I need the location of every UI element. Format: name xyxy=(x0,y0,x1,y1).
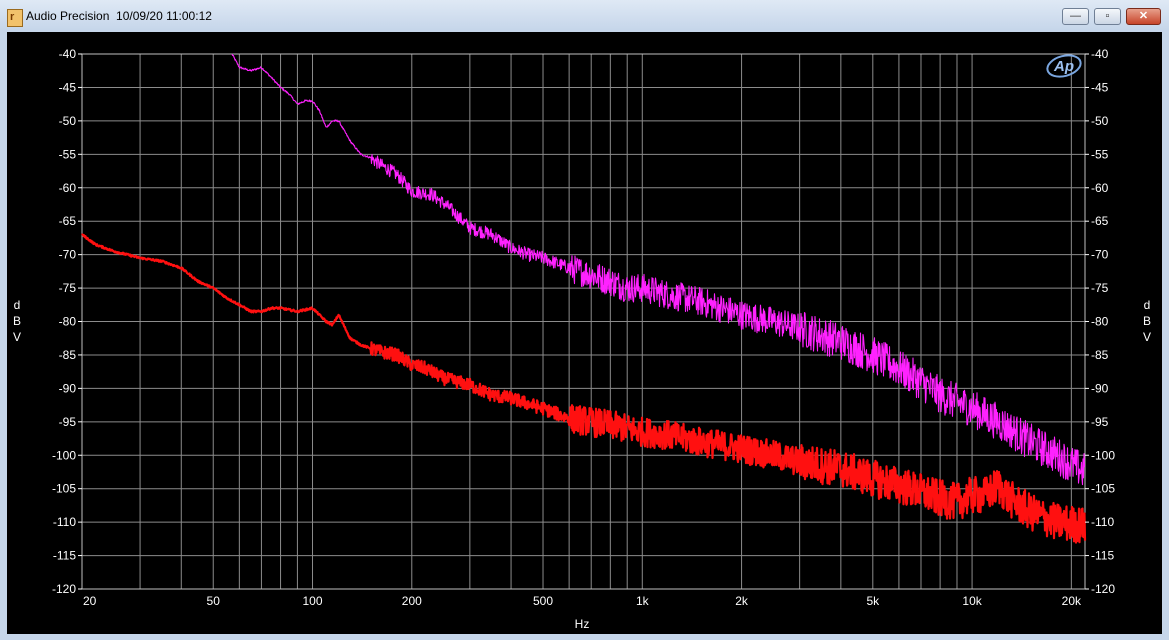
y-tick-label-left: -80 xyxy=(59,315,77,329)
y-tick-label-right: -45 xyxy=(1091,80,1109,94)
y-tick-label-right: -85 xyxy=(1091,348,1109,362)
x-tick-label: 5k xyxy=(866,594,880,608)
y-tick-label-right: -105 xyxy=(1091,482,1115,496)
y-tick-label-left: -90 xyxy=(59,381,77,395)
y-tick-label-right: -120 xyxy=(1091,582,1115,596)
title-bar[interactable]: r Audio Precision 10/09/20 11:00:12 — ▫ … xyxy=(0,0,1169,32)
y-tick-label-left: -115 xyxy=(53,549,76,563)
x-axis-label: Hz xyxy=(575,617,590,631)
graph-area: -40 -40 -45 -45 -50 -50 -55 -55 -60 -60 -65 -65 -70 -… xyxy=(7,32,1162,634)
x-tick-label: 50 xyxy=(207,594,221,608)
y-tick-label-left: -45 xyxy=(59,80,77,94)
y-tick-label-right: -40 xyxy=(1091,47,1109,61)
y-tick-label-left: -55 xyxy=(59,147,77,161)
window-title: Audio Precision 10/09/20 11:00:12 xyxy=(26,9,212,23)
y-axis-label-left: B xyxy=(13,314,21,328)
y-tick-label-left: -75 xyxy=(59,281,77,295)
y-tick-label-left: -85 xyxy=(59,348,77,362)
x-tick-label: 20k xyxy=(1062,594,1082,608)
y-tick-label-left: -65 xyxy=(59,214,77,228)
x-tick-label: 100 xyxy=(302,594,322,608)
y-tick-label-right: -55 xyxy=(1091,147,1109,161)
y-tick-label-right: -100 xyxy=(1091,448,1115,462)
y-tick-label-left: -70 xyxy=(59,248,77,262)
y-tick-label-left: -110 xyxy=(53,515,76,529)
ap-logo-text: Ap xyxy=(1053,58,1074,75)
y-tick-label-right: -115 xyxy=(1091,549,1114,563)
y-tick-label-left: -50 xyxy=(59,114,77,128)
y-tick-label-right: -50 xyxy=(1091,114,1109,128)
y-axis-label-right: V xyxy=(1143,330,1151,344)
y-tick-label-left: -60 xyxy=(59,181,77,195)
chart-axes: -40 -40 -45 -45 -50 -50 -55 -55 -60 -60 -65 -65 -70 -… xyxy=(13,47,1151,608)
y-tick-label-right: -60 xyxy=(1091,181,1109,195)
y-tick-label-right: -90 xyxy=(1091,381,1109,395)
app-window: r Audio Precision 10/09/20 11:00:12 — ▫ … xyxy=(0,0,1169,640)
x-tick-label: 10k xyxy=(962,594,982,608)
y-tick-label-right: -95 xyxy=(1091,415,1109,429)
x-tick-label: 500 xyxy=(533,594,553,608)
chart-labels: Hz xyxy=(575,617,590,631)
y-tick-label-right: -80 xyxy=(1091,315,1109,329)
y-tick-label-left: -120 xyxy=(52,582,76,596)
y-tick-label-right: -70 xyxy=(1091,248,1109,262)
app-logo-icon: r xyxy=(7,9,23,27)
y-axis-label-left: V xyxy=(13,330,21,344)
y-tick-label-left: -95 xyxy=(59,415,77,429)
y-tick-label-left: -105 xyxy=(52,482,76,496)
close-button[interactable]: ✕ xyxy=(1126,8,1161,25)
minimize-button[interactable]: — xyxy=(1062,8,1089,25)
y-tick-label-right: -75 xyxy=(1091,281,1109,295)
maximize-button[interactable]: ▫ xyxy=(1094,8,1121,25)
y-tick-label-right: -65 xyxy=(1091,214,1109,228)
chart-series xyxy=(81,53,1087,544)
x-tick-label: 20 xyxy=(83,594,97,608)
y-tick-label-left: -100 xyxy=(52,448,76,462)
x-tick-label: 2k xyxy=(735,594,749,608)
x-tick-label: 200 xyxy=(402,594,422,608)
y-tick-label-left: -40 xyxy=(59,47,77,61)
x-tick-label: 1k xyxy=(636,594,650,608)
y-tick-label-right: -110 xyxy=(1091,515,1114,529)
y-axis-label-right: d xyxy=(1144,298,1151,312)
y-axis-label-right: B xyxy=(1143,314,1151,328)
fft-chart[interactable]: -40 -40 -45 -45 -50 -50 -55 -55 -60 -60 -65 -65 -70 -… xyxy=(7,32,1162,634)
y-axis-label-left: d xyxy=(14,298,21,312)
ap-logo-icon: Ap xyxy=(1046,54,1082,78)
